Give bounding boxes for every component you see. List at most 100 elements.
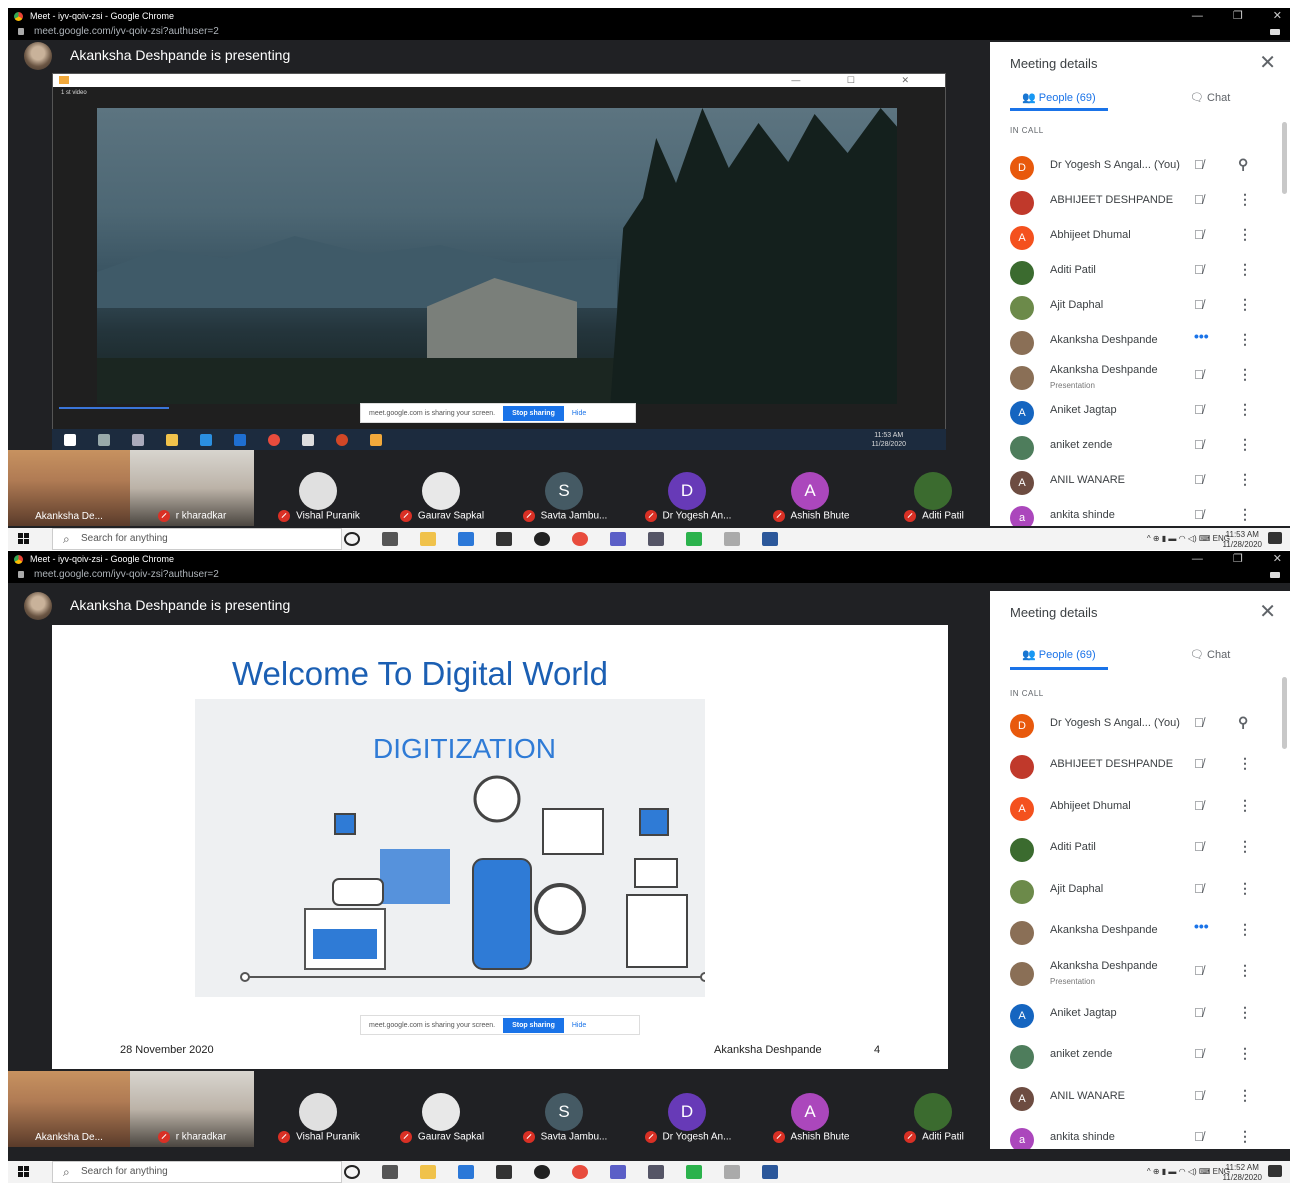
app-icon[interactable] [648,532,664,546]
media-icon[interactable] [534,532,550,546]
participant-row[interactable]: Aditi Patil 🎙̸ ⋮ [990,256,1290,291]
address-bar[interactable]: meet.google.com/iyv-qoiv-zsi?authuser=2 [8,567,1290,583]
close-window-icon[interactable]: ✕ [1273,8,1282,24]
participant-row[interactable]: A ANIL WANARE 🎙̸ ⋮ [990,466,1290,501]
system-tray[interactable]: ^ ⊕ ▮ ▬ ◠ ◁) ⌨ ENG [1147,534,1230,543]
chrome-icon[interactable] [572,1165,588,1179]
more-options-icon[interactable]: ⋮ [1238,755,1252,772]
participant-row[interactable]: aniket zende 🎙̸ ⋮ [990,1040,1290,1075]
more-options-icon[interactable]: ⋮ [1238,436,1252,453]
participant-row[interactable]: a ankita shinde 🎙̸ ⋮ [990,501,1290,526]
file-explorer-icon[interactable] [420,532,436,546]
stop-sharing-button[interactable]: Stop sharing [503,1017,564,1033]
more-options-icon[interactable]: ⋮ [1238,962,1252,979]
more-options-icon[interactable]: ⋮ [1238,226,1252,243]
taskbar-search[interactable]: Search for anything [52,528,342,550]
windows-start-icon[interactable] [18,1166,29,1177]
more-options-icon[interactable]: ⋮ [1238,401,1252,418]
participant-row[interactable]: Ajit Daphal 🎙̸ ⋮ [990,291,1290,326]
taskview-icon[interactable] [382,532,398,546]
participant-tile[interactable]: A Ashish Bhute [750,1071,872,1147]
more-options-icon[interactable]: ⋮ [1238,797,1252,814]
participant-tile[interactable]: A Ashish Bhute [750,450,872,526]
more-options-icon[interactable]: ⋮ [1238,191,1252,208]
participant-row[interactable]: D Dr Yogesh S Angal... (You) 🎙̸ ⚲ [990,709,1290,744]
participant-tile[interactable]: Vishal Puranik [258,1071,380,1147]
participant-row[interactable]: aniket zende 🎙̸ ⋮ [990,431,1290,466]
participant-row[interactable]: ABHIJEET DESHPANDE 🎙̸ ⋮ [990,186,1290,221]
hide-button[interactable]: Hide [572,410,586,417]
participant-tile[interactable]: D Dr Yogesh An... [627,450,749,526]
participant-row[interactable]: ABHIJEET DESHPANDE 🎙̸ ⋮ [990,750,1290,785]
participant-tile[interactable]: Aditi Patil [873,450,995,526]
minimize-icon[interactable]: — [1192,8,1203,24]
cortana-icon[interactable] [344,1165,360,1179]
more-options-icon[interactable]: ⋮ [1238,1128,1252,1145]
hide-button[interactable]: Hide [572,1022,586,1029]
more-options-icon[interactable]: ⋮ [1238,880,1252,897]
teams-icon[interactable] [610,1165,626,1179]
media-icon[interactable] [534,1165,550,1179]
participant-row[interactable]: A Aniket Jagtap 🎙̸ ⋮ [990,396,1290,431]
more-options-icon[interactable]: ⋮ [1238,261,1252,278]
photos-icon[interactable] [724,532,740,546]
more-options-icon[interactable]: ⋮ [1238,921,1252,938]
participant-row[interactable]: Akanksha Deshpande Presentation 🎙̸ ⋮ [990,361,1290,396]
self-camera-tile[interactable]: Akanksha De... [8,450,130,526]
pin-icon[interactable]: ⚲ [1238,156,1248,173]
participant-row[interactable]: Akanksha Deshpande ••• ⋮ [990,326,1290,361]
extension-icon[interactable] [1270,572,1280,578]
file-explorer-icon[interactable] [420,1165,436,1179]
participant-tile[interactable]: D Dr Yogesh An... [627,1071,749,1147]
address-bar[interactable]: meet.google.com/iyv-qoiv-zsi?authuser=2 [8,24,1290,40]
more-options-icon[interactable]: ⋮ [1238,838,1252,855]
more-options-icon[interactable]: ⋮ [1238,506,1252,523]
store-icon[interactable] [496,1165,512,1179]
participant-row[interactable]: A Abhijeet Dhumal 🎙̸ ⋮ [990,221,1290,256]
participant-row[interactable]: D Dr Yogesh S Angal... (You) 🎙̸ ⚲ [990,151,1290,186]
tab-chat[interactable]: 🗨 Chat [1190,91,1230,104]
more-options-icon[interactable]: ⋮ [1238,1045,1252,1062]
taskbar-search[interactable]: Search for anything [52,1161,342,1183]
more-options-icon[interactable]: ⋮ [1238,296,1252,313]
more-options-icon[interactable]: ⋮ [1238,331,1252,348]
participant-row[interactable]: Ajit Daphal 🎙̸ ⋮ [990,875,1290,910]
self-camera-tile[interactable]: Akanksha De... [8,1071,130,1147]
close-panel-icon[interactable]: ✕ [1259,50,1276,75]
tab-people[interactable]: 👥 People (69) [1022,648,1096,661]
tab-chat[interactable]: 🗨 Chat [1190,648,1230,661]
taskbar-clock[interactable]: 11:53 AM 11/28/2020 [1223,530,1262,550]
tab-people[interactable]: 👥 People (69) [1022,91,1096,104]
camera-tile[interactable]: r kharadkar [130,1071,254,1147]
store-icon[interactable] [496,532,512,546]
video-progress[interactable] [59,407,169,409]
photos-icon[interactable] [724,1165,740,1179]
extension-icon[interactable] [1270,29,1280,35]
taskview-icon[interactable] [382,1165,398,1179]
more-options-icon[interactable]: ⋮ [1238,1087,1252,1104]
word-icon[interactable] [762,532,778,546]
close-window-icon[interactable]: ✕ [1273,551,1282,567]
notification-icon[interactable] [1268,532,1282,544]
url-text[interactable]: meet.google.com/iyv-qoiv-zsi?authuser=2 [34,569,219,580]
participant-tile[interactable]: Aditi Patil [873,1071,995,1147]
restore-icon[interactable]: ❐ [1233,8,1243,24]
participant-tile[interactable]: S Savta Jambu... [504,450,626,526]
cortana-icon[interactable] [344,532,360,546]
participant-row[interactable]: Akanksha Deshpande ••• ⋮ [990,916,1290,951]
stop-sharing-button[interactable]: Stop sharing [503,405,564,421]
minimize-icon[interactable]: — [1192,551,1203,567]
app-icon[interactable] [648,1165,664,1179]
green-app-icon[interactable] [686,1165,702,1179]
url-text[interactable]: meet.google.com/iyv-qoiv-zsi?authuser=2 [34,26,219,37]
teams-icon[interactable] [610,532,626,546]
mail-icon[interactable] [458,1165,474,1179]
word-icon[interactable] [762,1165,778,1179]
participant-tile[interactable]: S Savta Jambu... [504,1071,626,1147]
system-tray[interactable]: ^ ⊕ ▮ ▬ ◠ ◁) ⌨ ENG [1147,1167,1230,1176]
restore-icon[interactable]: ❐ [1233,551,1243,567]
participant-row[interactable]: A Aniket Jagtap 🎙̸ ⋮ [990,999,1290,1034]
green-app-icon[interactable] [686,532,702,546]
participant-tile[interactable]: Vishal Puranik [258,450,380,526]
notification-icon[interactable] [1268,1165,1282,1177]
